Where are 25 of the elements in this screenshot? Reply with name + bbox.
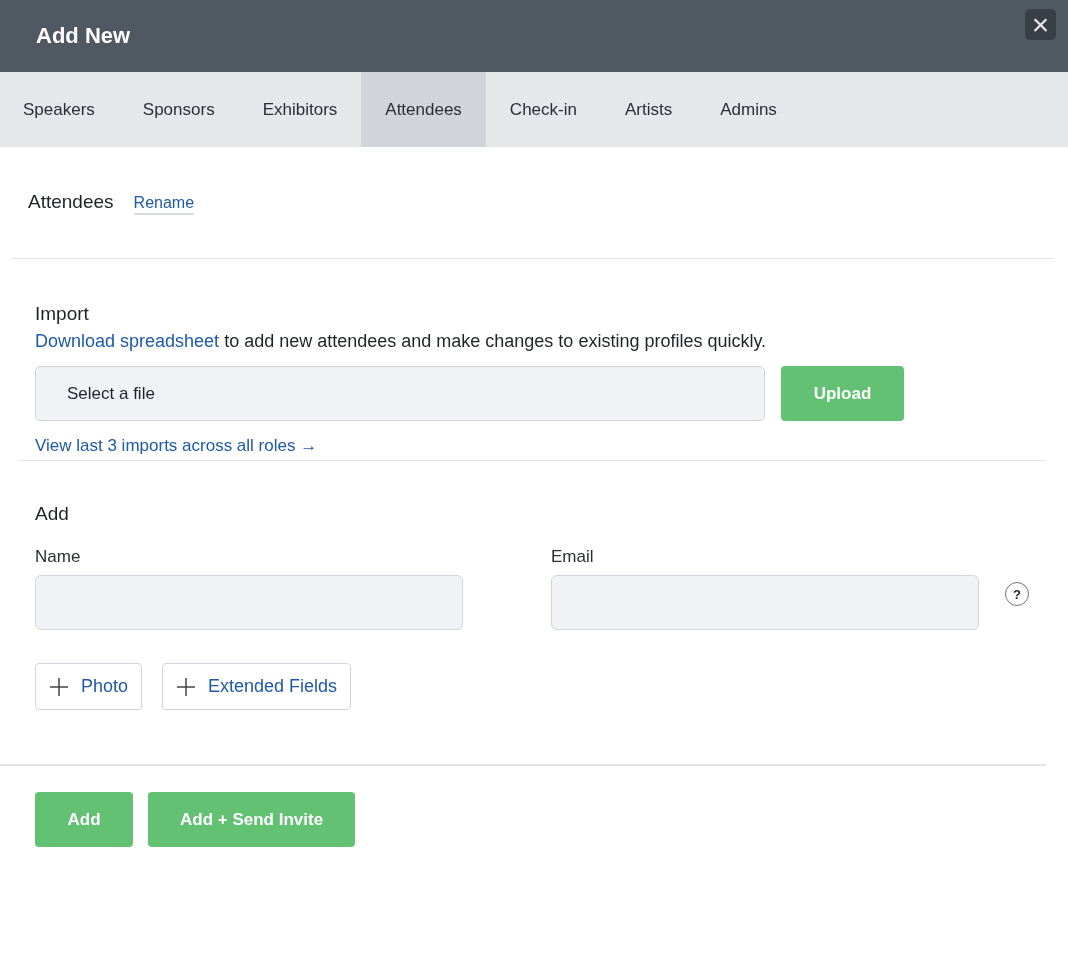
download-spreadsheet-link[interactable]: Download spreadsheet bbox=[35, 331, 220, 351]
tab[interactable]: Sponsors bbox=[118, 72, 239, 147]
import-history-link[interactable]: View last 3 imports across all roles → bbox=[35, 436, 318, 456]
add-option-button[interactable]: Photo bbox=[35, 663, 143, 710]
window-title: Add New bbox=[36, 23, 131, 49]
input-field[interactable] bbox=[551, 575, 979, 630]
import-heading: Import bbox=[35, 303, 90, 325]
file-select-field[interactable]: Select a file bbox=[35, 366, 765, 421]
plus-icon bbox=[49, 676, 69, 697]
section-title: Attendees bbox=[28, 191, 114, 213]
rename-link[interactable]: Rename bbox=[133, 194, 195, 215]
tab[interactable]: Admins bbox=[696, 72, 801, 147]
tab[interactable]: Exhibitors bbox=[238, 72, 362, 147]
field-label: Email bbox=[551, 547, 595, 567]
input-field[interactable] bbox=[35, 575, 463, 630]
tab[interactable]: Artists bbox=[600, 72, 697, 147]
plus-icon bbox=[176, 676, 197, 697]
add-heading: Add bbox=[35, 503, 70, 525]
field-label: Name bbox=[35, 547, 82, 567]
add-option-button[interactable]: Extended Fields bbox=[162, 663, 352, 710]
import-description: Download spreadsheet to add new attendees and make changes to existing profiles quickly. bbox=[35, 331, 768, 352]
tab[interactable]: Speakers bbox=[0, 72, 119, 147]
tab[interactable]: Attendees bbox=[361, 72, 486, 147]
tab[interactable]: Check-in bbox=[485, 72, 601, 147]
close-button[interactable]: × bbox=[1025, 9, 1056, 40]
